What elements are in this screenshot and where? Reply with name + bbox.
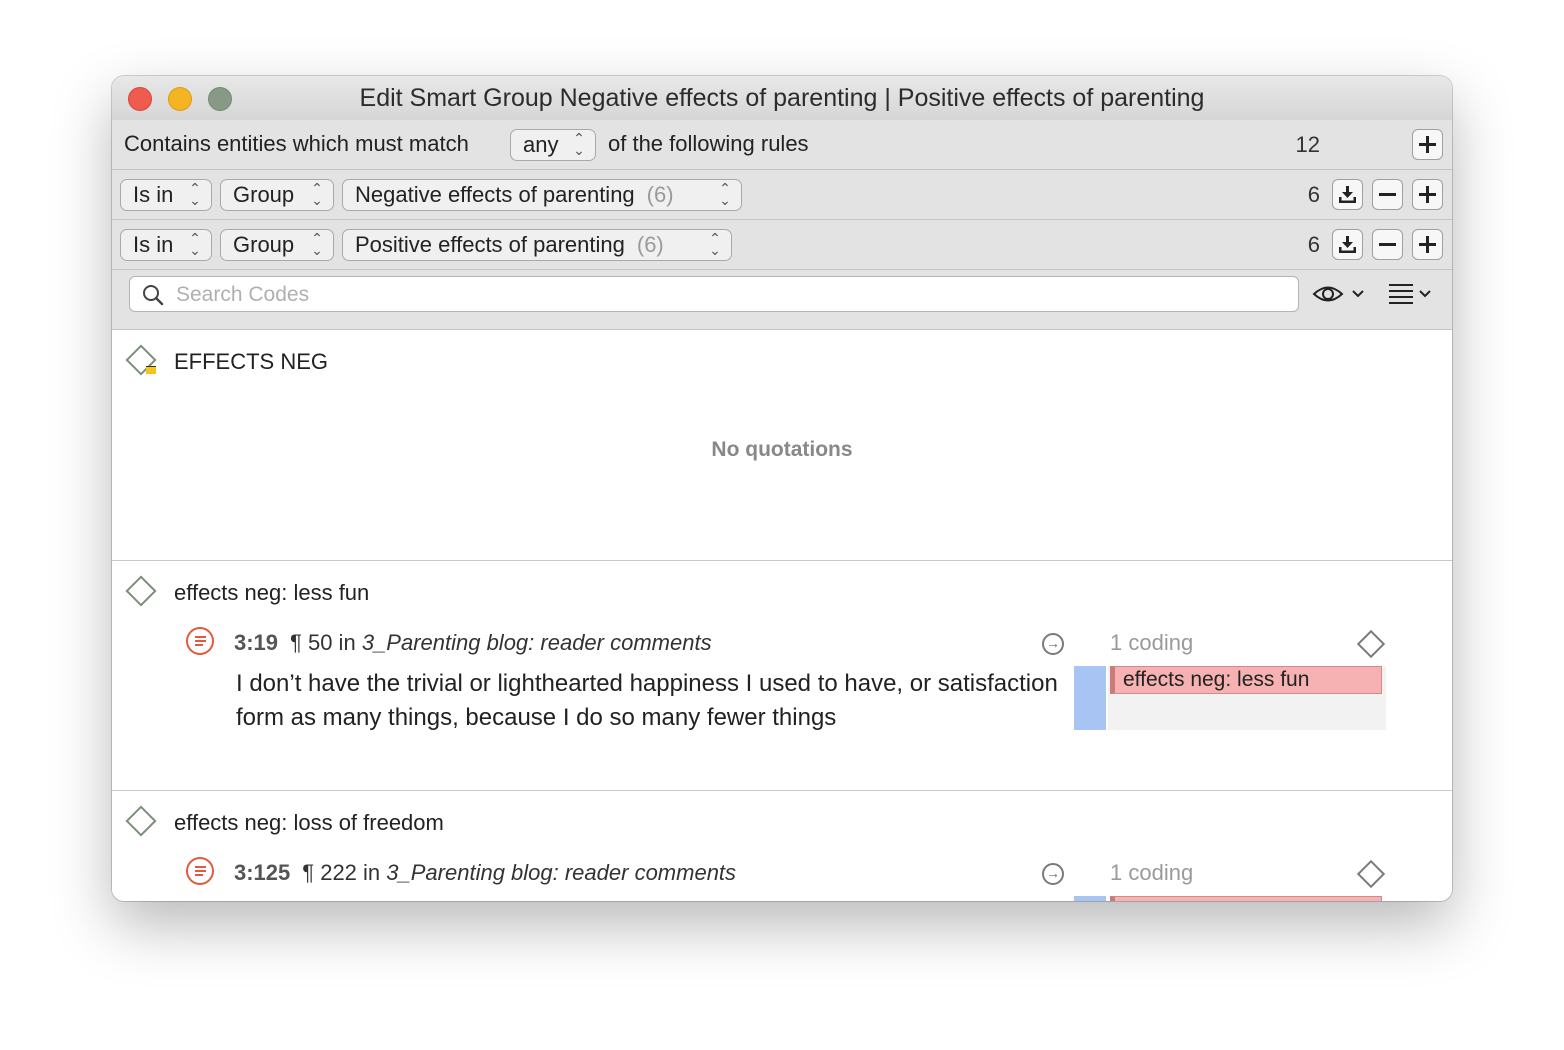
import-button[interactable] xyxy=(1332,179,1363,210)
rule-count: 6 xyxy=(1307,182,1320,207)
no-quotations-label: No quotations xyxy=(711,438,853,461)
code-name[interactable]: effects neg: less fun xyxy=(174,580,369,606)
search-icon xyxy=(143,285,164,306)
match-rule-row: Contains entities which must match any ⌃… xyxy=(112,120,1452,170)
quotation-id: 3:19 xyxy=(234,630,279,655)
group-target-select[interactable]: Negative effects of parenting (6) ⌃ ⌄ xyxy=(342,179,742,211)
code-section: effects neg: less fun 3:19 ¶ 50 in 3_Pare… xyxy=(112,561,1452,791)
codes-list: EFFECTS NEG No quotations effects neg: l… xyxy=(112,330,1452,901)
total-count: 12 xyxy=(1295,132,1320,157)
import-button[interactable] xyxy=(1332,229,1363,260)
search-field[interactable] xyxy=(129,276,1299,312)
type-value: Group xyxy=(233,232,295,257)
group-target-select[interactable]: Positive effects of parenting (6) ⌃ ⌄ xyxy=(342,229,732,261)
coding-count: 1 coding xyxy=(1110,630,1194,655)
comment-marker-icon xyxy=(146,366,156,374)
quotation-icon xyxy=(186,857,214,885)
quotation-document: 3_Parenting blog: reader comments xyxy=(361,630,712,655)
updown-chevron-icon: ⌃ ⌄ xyxy=(311,230,323,258)
search-bar xyxy=(112,270,1452,330)
relation-value: Is in xyxy=(133,182,174,207)
visibility-menu-button[interactable] xyxy=(1312,280,1372,308)
import-icon xyxy=(1339,186,1356,203)
eye-icon xyxy=(1312,286,1364,302)
smart-group-window: Edit Smart Group Negative effects of par… xyxy=(112,76,1452,901)
plus-icon xyxy=(1419,136,1436,153)
coding-count: 1 coding xyxy=(1110,860,1194,885)
go-to-quotation-icon[interactable]: → xyxy=(1042,863,1064,885)
add-code-diamond-icon[interactable] xyxy=(1356,859,1386,889)
rule-count: 6 xyxy=(1307,232,1320,257)
plus-icon xyxy=(1419,236,1436,253)
group-target-count: (6) xyxy=(636,232,664,257)
quotation-paragraph: ¶ 222 in xyxy=(302,860,381,885)
margin-bar xyxy=(1074,666,1106,730)
quotation-id: 3:125 xyxy=(234,860,291,885)
match-suffix-label: of the following rules xyxy=(608,131,809,156)
relation-value: Is in xyxy=(133,232,174,257)
updown-chevron-icon: ⌃ ⌄ xyxy=(573,130,585,158)
updown-chevron-icon: ⌃ ⌄ xyxy=(719,180,731,208)
plus-icon xyxy=(1419,186,1436,203)
code-tag-partial[interactable] xyxy=(1110,896,1382,901)
margin-bar xyxy=(1074,896,1106,901)
quotation-text: I don’t have the trivial or lighthearted… xyxy=(236,670,1058,731)
code-icon xyxy=(125,805,157,837)
view-options-menu-button[interactable] xyxy=(1388,280,1444,308)
minus-icon xyxy=(1379,193,1396,196)
import-icon xyxy=(1339,236,1356,253)
relation-select[interactable]: Is in ⌃ ⌄ xyxy=(120,229,212,261)
type-select[interactable]: Group ⌃ ⌄ xyxy=(220,179,334,211)
rule-row: Is in ⌃ ⌄ Group ⌃ ⌄ Negative effects of pa… xyxy=(112,170,1452,220)
add-rule-button[interactable] xyxy=(1412,129,1443,160)
quotation-header[interactable]: 3:19 ¶ 50 in 3_Parenting blog: reader com… xyxy=(234,630,712,656)
quotation-header[interactable]: 3:125 ¶ 222 in 3_Parenting blog: reader c… xyxy=(234,860,736,886)
quotation-paragraph: ¶ 50 in xyxy=(290,630,356,655)
remove-rule-button[interactable] xyxy=(1372,179,1403,210)
go-to-quotation-icon[interactable]: → xyxy=(1042,633,1064,655)
updown-chevron-icon: ⌃ ⌄ xyxy=(709,230,721,258)
match-operator-select[interactable]: any ⌃ ⌄ xyxy=(510,129,596,161)
remove-rule-button[interactable] xyxy=(1372,229,1403,260)
window-title: Edit Smart Group Negative effects of par… xyxy=(359,84,1205,112)
add-code-diamond-icon[interactable] xyxy=(1356,629,1386,659)
add-rule-button[interactable] xyxy=(1412,179,1443,210)
code-tag[interactable]: effects neg: less fun xyxy=(1110,666,1382,694)
add-rule-button[interactable] xyxy=(1412,229,1443,260)
updown-chevron-icon: ⌃ ⌄ xyxy=(189,180,201,208)
title-bar[interactable]: Edit Smart Group Negative effects of par… xyxy=(112,76,1452,121)
quotation-icon xyxy=(186,627,214,655)
code-name[interactable]: EFFECTS NEG xyxy=(174,349,328,375)
minus-icon xyxy=(1379,243,1396,246)
code-section: effects neg: loss of freedom 3:125 ¶ 222 … xyxy=(112,791,1452,901)
type-select[interactable]: Group ⌃ ⌄ xyxy=(220,229,334,261)
type-value: Group xyxy=(233,182,295,207)
code-name[interactable]: effects neg: loss of freedom xyxy=(174,810,444,836)
search-input[interactable] xyxy=(174,281,1278,309)
updown-chevron-icon: ⌃ ⌄ xyxy=(189,230,201,258)
match-prefix-label: Contains entities which must match xyxy=(124,131,469,156)
group-target-value: Positive effects of parenting xyxy=(355,232,625,257)
relation-select[interactable]: Is in ⌃ ⌄ xyxy=(120,179,212,211)
code-icon xyxy=(125,575,157,607)
updown-chevron-icon: ⌃ ⌄ xyxy=(311,180,323,208)
quotation-document: 3_Parenting blog: reader comments xyxy=(386,860,737,885)
list-icon xyxy=(1389,284,1431,304)
group-target-value: Negative effects of parenting xyxy=(355,182,635,207)
rule-row: Is in ⌃ ⌄ Group ⌃ ⌄ Positive effects of pa… xyxy=(112,220,1452,270)
match-operator-value: any xyxy=(523,132,559,157)
group-target-count: (6) xyxy=(646,182,674,207)
code-section: EFFECTS NEG No quotations xyxy=(112,330,1452,561)
